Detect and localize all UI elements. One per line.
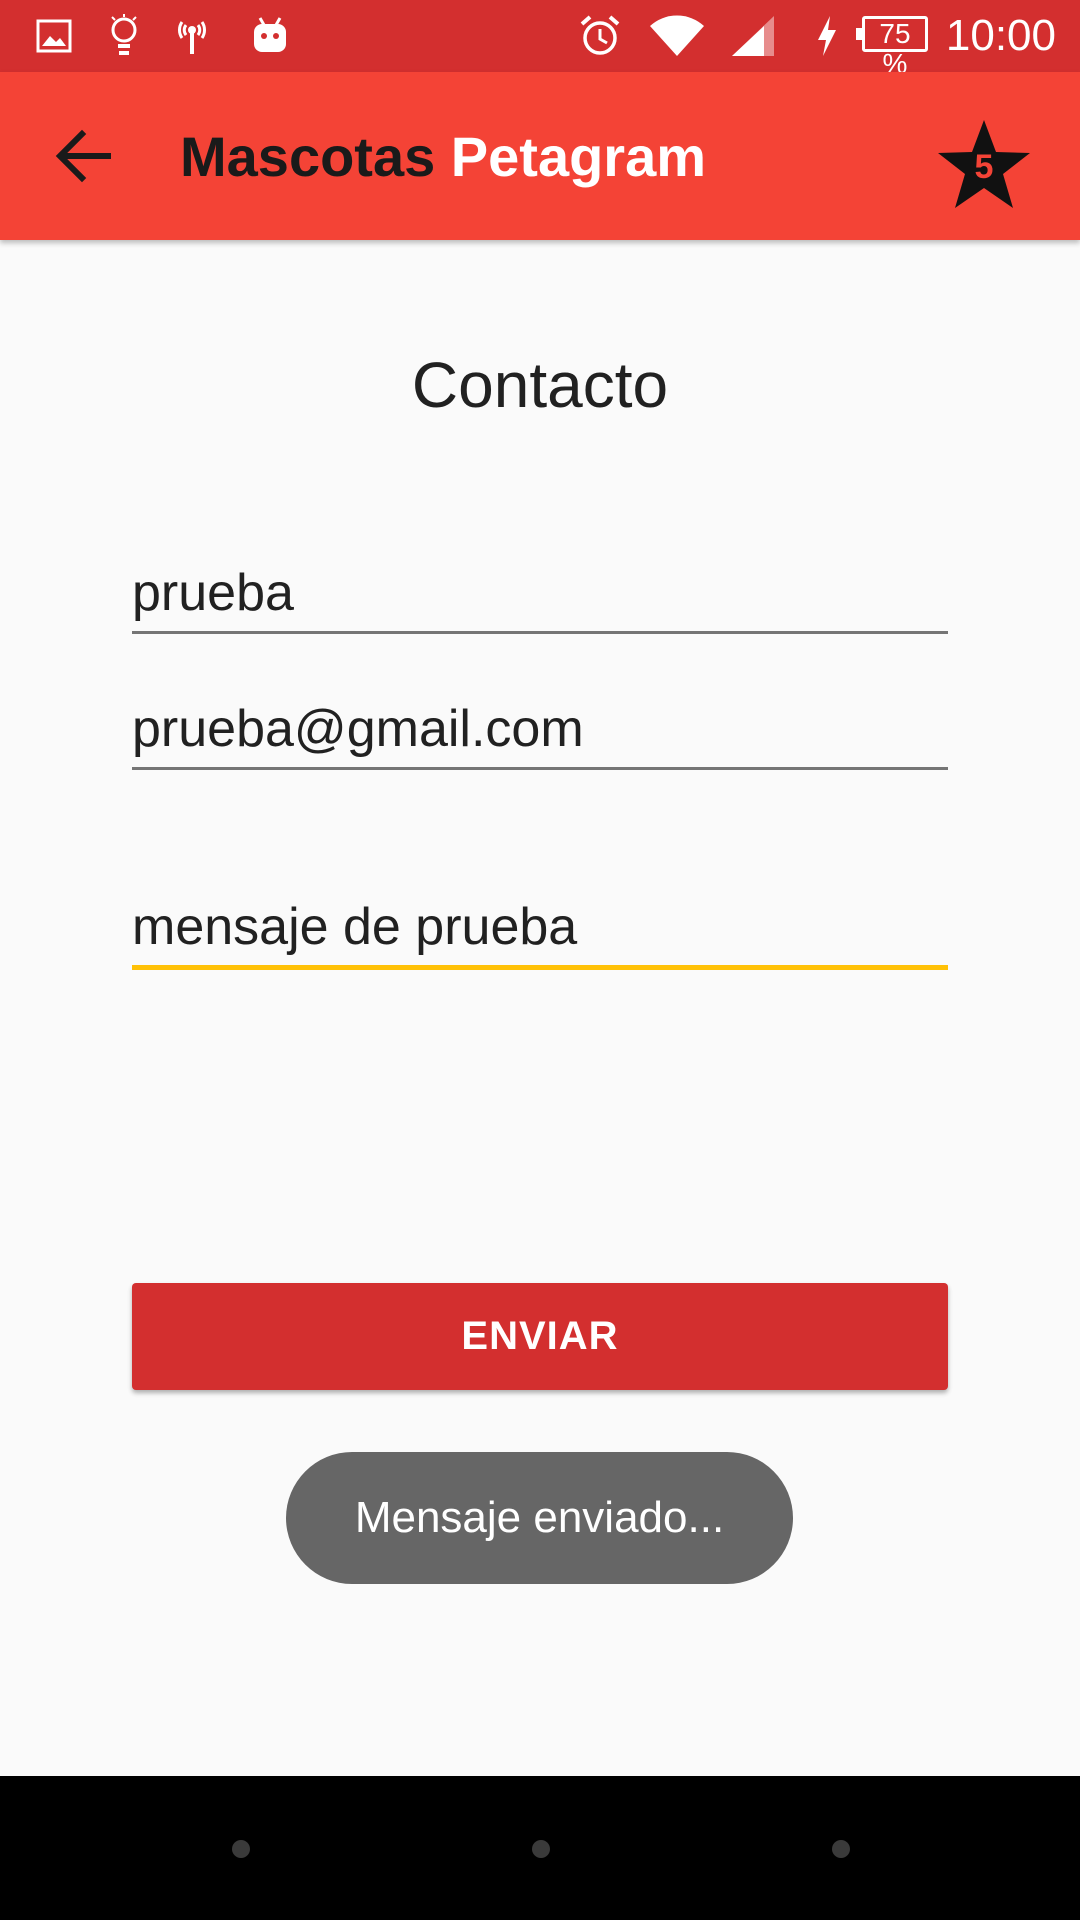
arrow-back-icon: [55, 129, 111, 183]
nav-back-button[interactable]: [232, 1840, 250, 1858]
name-field-underline: [132, 631, 948, 634]
favorites-count: 5: [974, 148, 994, 186]
page-title: Contacto: [411, 349, 669, 421]
app-title-part1: Mascotas: [180, 125, 436, 188]
battery-indicator: 75 %: [856, 16, 928, 79]
back-button[interactable]: [48, 122, 120, 190]
android-icon: [250, 14, 290, 58]
lightbulb-icon: [108, 14, 140, 58]
hotspot-icon: [174, 14, 210, 58]
favorites-button[interactable]: 5: [936, 118, 1032, 214]
send-button[interactable]: ENVIAR: [132, 1283, 948, 1390]
nav-recents-button[interactable]: [832, 1840, 850, 1858]
email-field-underline: [132, 767, 948, 770]
app-bar: Mascotas Petagram 5: [0, 72, 1080, 240]
toast-message: Mensaje enviado...: [286, 1452, 793, 1584]
navigation-bar: [0, 1776, 1080, 1920]
status-time: 10:00: [945, 11, 1056, 60]
alarm-icon: [578, 14, 622, 58]
status-bar: 75 % 10:00: [0, 0, 1080, 79]
message-field-underline: [132, 965, 948, 970]
wifi-icon: [648, 14, 706, 58]
email-field[interactable]: [132, 691, 948, 767]
app-title: Mascotas Petagram: [180, 124, 706, 190]
charging-icon: [814, 14, 840, 58]
app-title-part2: Petagram: [450, 125, 707, 188]
message-field[interactable]: [132, 889, 948, 965]
signal-icon: [730, 14, 776, 58]
nav-home-button[interactable]: [532, 1840, 550, 1858]
image-icon: [36, 14, 72, 58]
name-field[interactable]: [132, 555, 948, 631]
